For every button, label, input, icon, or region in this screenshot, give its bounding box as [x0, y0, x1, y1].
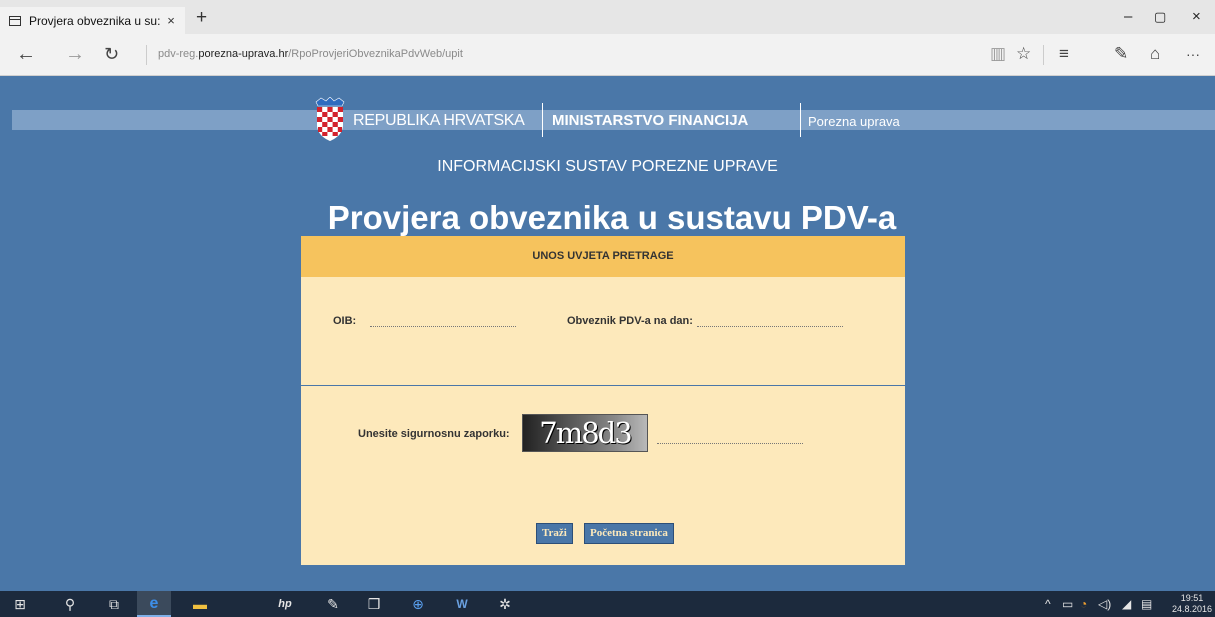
url-domain: porezna-uprava.hr: [198, 48, 289, 60]
captcha-input[interactable]: [657, 430, 803, 444]
date-label: Obveznik PDV-a na dan:: [567, 315, 693, 327]
new-tab-button[interactable]: +: [196, 8, 207, 28]
close-window-button[interactable]: ×: [1192, 8, 1201, 26]
edge-icon[interactable]: e: [145, 595, 163, 613]
header-divider: [542, 103, 543, 137]
page-title: Provjera obveznika u sustavu PDV-a: [327, 199, 897, 236]
url-path: /RpoProvjeriObveznikaPdvWeb/upit: [288, 48, 463, 60]
hp-icon[interactable]: hp: [276, 595, 294, 613]
captcha-image: 7m8d3: [522, 414, 648, 452]
network-app-icon[interactable]: ◔: [1080, 596, 1087, 612]
system-subtitle: INFORMACIJSKI SUSTAV POREZNE UPRAVE: [437, 158, 778, 175]
file-explorer-icon[interactable]: ▬: [191, 595, 209, 613]
form-divider: [301, 385, 905, 386]
home-page-button[interactable]: Početna stranica: [584, 523, 674, 544]
refresh-button[interactable]: ↻: [104, 43, 119, 65]
search-icon[interactable]: ⚲: [61, 595, 79, 613]
search-button[interactable]: Traži: [536, 523, 573, 544]
browser-tab[interactable]: Provjera obveznika u su: ×: [0, 7, 185, 34]
ministry-label: MINISTARSTVO FINANCIJA: [552, 112, 749, 129]
agency-label: Porezna uprava: [808, 114, 900, 129]
back-button[interactable]: ←: [16, 43, 36, 65]
word-icon[interactable]: W: [453, 595, 471, 613]
reading-view-icon[interactable]: ▥: [990, 44, 1006, 64]
wifi-icon[interactable]: ◢: [1122, 596, 1131, 612]
search-form: UNOS UVJETA PRETRAGE OIB: Obveznik PDV-a…: [301, 236, 905, 565]
forward-button[interactable]: →: [65, 43, 85, 65]
start-icon[interactable]: ⊞: [11, 595, 29, 613]
volume-icon[interactable]: ◁): [1098, 596, 1111, 612]
clock-date: 24.8.2016: [1172, 604, 1213, 614]
package-icon[interactable]: ❒: [365, 595, 383, 613]
maximize-button[interactable]: ▢: [1154, 8, 1166, 26]
tray-chevron-icon[interactable]: ^: [1045, 596, 1051, 612]
minimize-button[interactable]: –: [1124, 8, 1132, 26]
address-separator: [146, 45, 147, 65]
croatian-coat-of-arms-icon: [315, 97, 345, 141]
favorite-star-icon[interactable]: ☆: [1016, 44, 1031, 64]
republic-label: REPUBLIKA HRVATSKA: [353, 112, 525, 129]
captcha-text: 7m8d3: [539, 416, 632, 450]
browser-tab-strip: Provjera obveznika u su: × + – ▢ ×: [0, 0, 1215, 34]
form-heading: UNOS UVJETA PRETRAGE: [301, 236, 905, 277]
paint-icon[interactable]: ✎: [324, 595, 342, 613]
header-divider: [800, 103, 801, 137]
date-input[interactable]: [697, 313, 843, 327]
share-icon[interactable]: ⌂: [1150, 44, 1160, 64]
web-note-icon[interactable]: ✎: [1114, 44, 1128, 64]
captcha-label: Unesite sigurnosnu zaporku:: [358, 428, 510, 440]
oib-label: OIB:: [333, 315, 357, 327]
clock[interactable]: 19:51 24.8.2016: [1172, 593, 1212, 615]
battery-icon[interactable]: ▭: [1062, 596, 1073, 612]
oib-input[interactable]: [370, 313, 516, 327]
windows-taskbar: ⊞ ⚲ ⧉ e ▬ hp ✎ ❒ ⊕ W ✲ ^ ▭ ◔ ◁) ◢ ▤ 19:5…: [0, 591, 1215, 617]
clock-time: 19:51: [1180, 593, 1204, 603]
settings-gear-icon[interactable]: ✲: [496, 595, 514, 613]
notifications-icon[interactable]: ▤: [1141, 596, 1152, 612]
url-prefix: pdv-reg.: [158, 48, 199, 60]
tab-title: Provjera obveznika u su:: [29, 13, 161, 28]
tab-page-icon: [9, 15, 21, 26]
task-view-icon[interactable]: ⧉: [105, 595, 123, 613]
address-bar-row: ← → ↻ pdv-reg.porezna-uprava.hr/RpoProvj…: [0, 34, 1215, 76]
toolbar-separator: [1043, 45, 1044, 65]
tab-close-icon[interactable]: ×: [163, 13, 179, 28]
more-icon[interactable]: ···: [1186, 44, 1200, 64]
url-field[interactable]: pdv-reg.porezna-uprava.hr/RpoProvjeriObv…: [158, 48, 463, 60]
hub-icon[interactable]: ≡: [1059, 44, 1069, 64]
globe-icon[interactable]: ⊕: [409, 595, 427, 613]
